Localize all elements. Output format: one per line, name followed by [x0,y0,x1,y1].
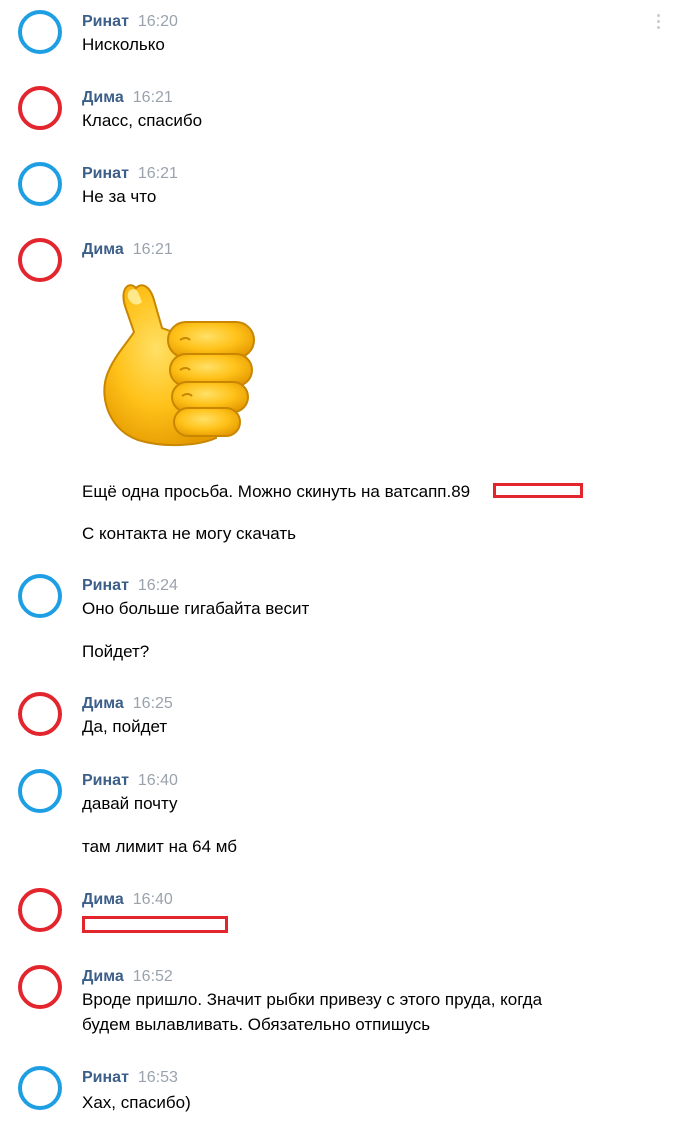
author-name[interactable]: Ринат [82,13,129,30]
author-name[interactable]: Ринат [82,165,129,182]
message-header: Дима 16:21 [82,240,173,260]
avatar-dima[interactable] [18,888,62,932]
message-header: Ринат 16:53 [82,1068,178,1088]
timestamp: 16:24 [137,577,178,594]
author-name[interactable]: Дима [82,968,124,985]
avatar-dima[interactable] [18,238,62,282]
message-header: Дима 16:52 [82,967,173,987]
message-text: Нисколько [82,35,165,54]
message-text: будем вылавливать. Обязательно отпишусь [82,1015,431,1034]
author-name[interactable]: Ринат [82,772,129,789]
thumbs-up-sticker[interactable] [98,270,258,450]
avatar-rinat[interactable] [18,574,62,618]
message-header: Дима 16:21 [82,88,173,108]
timestamp: 16:40 [137,772,178,789]
message-header: Ринат 16:21 [82,164,178,184]
avatar-rinat[interactable] [18,162,62,206]
avatar-rinat[interactable] [18,769,62,813]
message-header: Дима 16:25 [82,694,173,714]
message-text: давай почту [82,794,178,813]
more-icon[interactable] [657,14,661,32]
message-text: Пойдет? [82,642,150,661]
message-text: Да, пойдет [82,717,168,736]
message-text: Не за что [82,187,157,206]
avatar-rinat[interactable] [18,10,62,54]
timestamp: 16:52 [132,968,173,985]
message-text: Вроде пришло. Значит рыбки привезу с это… [82,990,543,1009]
avatar-dima[interactable] [18,86,62,130]
author-name[interactable]: Дима [82,241,124,258]
message-header: Ринат 16:20 [82,12,178,32]
avatar-rinat[interactable] [18,1066,62,1110]
author-name[interactable]: Дима [82,891,124,908]
message-text-part: Ещё одна просьба. Можно скинуть на ватса… [82,482,471,501]
author-name[interactable]: Дима [82,89,124,106]
message-text: Оно больше гигабайта весит [82,599,310,618]
author-name[interactable]: Ринат [82,1069,129,1086]
message-text: Класс, спасибо [82,111,203,130]
message-header: Ринат 16:40 [82,771,178,791]
timestamp: 16:21 [137,165,178,182]
redacted-phone-number [493,483,583,498]
avatar-dima[interactable] [18,692,62,736]
timestamp: 16:25 [132,695,173,712]
message-text: Хах, спасибо) [82,1093,191,1112]
timestamp: 16:21 [132,89,173,106]
redacted-email [82,916,228,933]
avatar-dima[interactable] [18,965,62,1009]
author-name[interactable]: Ринат [82,577,129,594]
timestamp: 16:53 [137,1069,178,1086]
message-header: Дима 16:40 [82,890,173,910]
author-name[interactable]: Дима [82,695,124,712]
timestamp: 16:20 [137,13,178,30]
message-text: там лимит на 64 мб [82,837,238,856]
message-text: С контакта не могу скачать [82,524,297,543]
message-header: Ринат 16:24 [82,576,178,596]
message-text: Ещё одна просьба. Можно скинуть на ватса… [82,480,470,503]
timestamp: 16:40 [132,891,173,908]
timestamp: 16:21 [132,241,173,258]
